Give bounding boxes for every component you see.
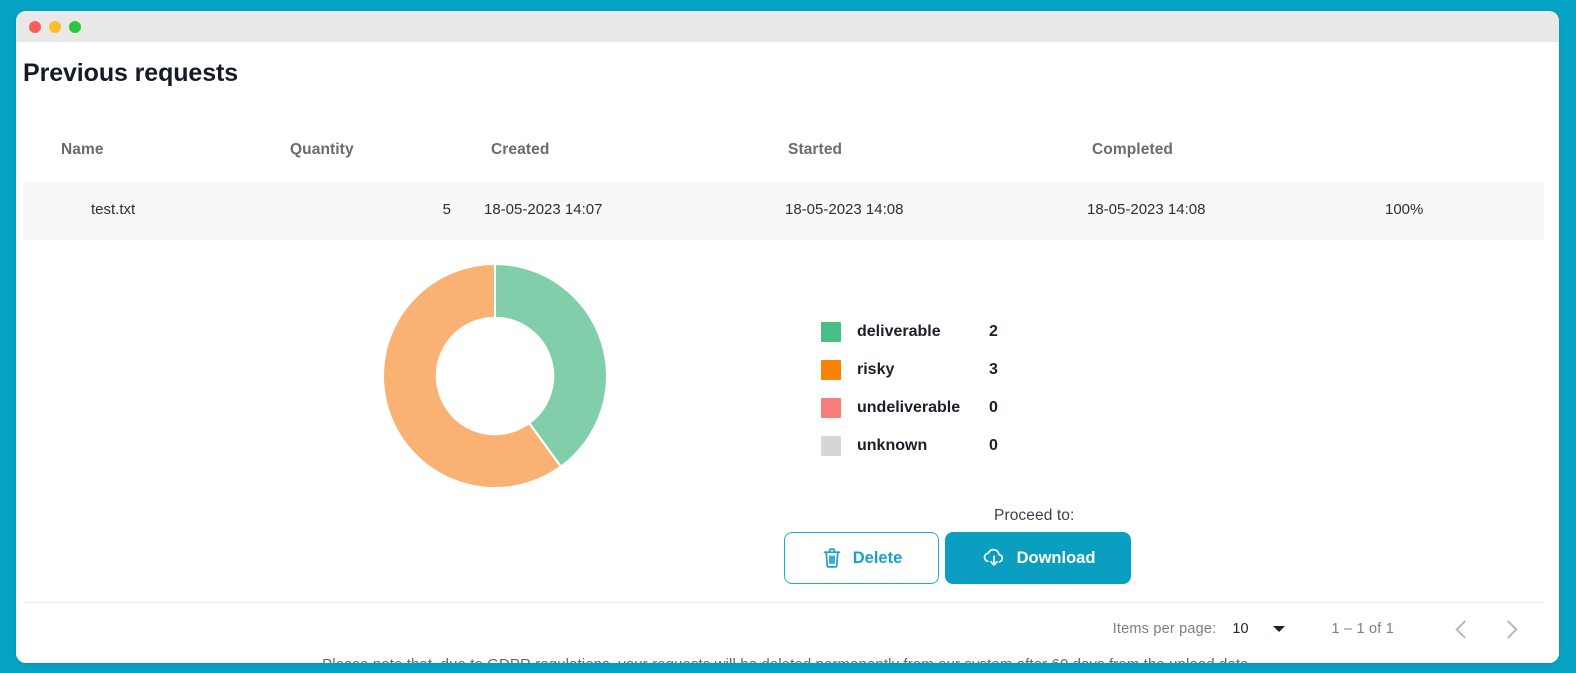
cell-started: 18-05-2023 14:08 — [785, 201, 903, 218]
column-header-completed: Completed — [1092, 141, 1173, 159]
delete-button[interactable]: Delete — [784, 532, 939, 584]
cloud-download-icon — [981, 546, 1007, 570]
legend-value: 3 — [989, 361, 998, 379]
delete-button-label: Delete — [853, 549, 903, 568]
legend-label: risky — [857, 361, 989, 379]
table-row[interactable]: test.txt 5 18-05-2023 14:07 18-05-2023 1… — [23, 182, 1544, 240]
window-titlebar — [16, 11, 1559, 42]
legend-label: undeliverable — [857, 399, 989, 417]
action-buttons: Delete Download — [784, 532, 1131, 584]
maximize-window-icon[interactable] — [69, 21, 81, 33]
app-window: Previous requests Name Quantity Created … — [16, 11, 1559, 663]
desktop-background: Previous requests Name Quantity Created … — [0, 0, 1576, 673]
cell-created: 18-05-2023 14:07 — [484, 201, 602, 218]
legend-label: deliverable — [857, 323, 989, 341]
items-per-page-value: 10 — [1232, 621, 1248, 637]
legend-item-risky: risky 3 — [821, 351, 1081, 389]
next-page-button[interactable] — [1486, 607, 1530, 651]
requests-table: Name Quantity Created Started Completed … — [23, 127, 1544, 240]
column-header-created: Created — [491, 141, 549, 159]
chevron-down-icon — [1273, 626, 1285, 632]
column-header-name: Name — [61, 141, 104, 159]
results-chart-area: deliverable 2 risky 3 undeliverable 0 — [16, 257, 1537, 517]
donut-chart — [383, 264, 607, 488]
legend-value: 0 — [989, 399, 998, 417]
cell-quantity: 5 — [427, 201, 451, 218]
legend-label: unknown — [857, 437, 989, 455]
legend-swatch-icon — [821, 398, 841, 418]
close-window-icon[interactable] — [29, 21, 41, 33]
trash-icon — [821, 546, 843, 570]
cell-name: test.txt — [91, 201, 135, 218]
legend-item-deliverable: deliverable 2 — [821, 313, 1081, 351]
chevron-left-icon — [1455, 620, 1473, 638]
items-per-page-label: Items per page: — [1113, 621, 1217, 637]
legend-swatch-icon — [821, 360, 841, 380]
gdpr-note: Please note that, due to GDPR regulation… — [16, 656, 1559, 663]
paginator: Items per page: 10 1 – 1 of 1 — [23, 603, 1544, 655]
previous-page-button[interactable] — [1442, 607, 1486, 651]
legend-item-undeliverable: undeliverable 0 — [821, 389, 1081, 427]
page-title: Previous requests — [23, 59, 238, 88]
legend-swatch-icon — [821, 436, 841, 456]
cell-progress: 100% — [1385, 201, 1423, 218]
page-content: Previous requests Name Quantity Created … — [16, 42, 1559, 663]
column-header-started: Started — [788, 141, 842, 159]
page-range-label: 1 – 1 of 1 — [1332, 621, 1394, 637]
legend-value: 2 — [989, 323, 998, 341]
chevron-right-icon — [1499, 620, 1517, 638]
legend-swatch-icon — [821, 322, 841, 342]
legend-value: 0 — [989, 437, 998, 455]
donut-chart-svg — [383, 264, 607, 488]
legend-item-unknown: unknown 0 — [821, 427, 1081, 465]
download-button-label: Download — [1017, 549, 1096, 568]
chart-legend: deliverable 2 risky 3 undeliverable 0 — [821, 313, 1081, 465]
items-per-page-select[interactable]: 10 — [1232, 621, 1284, 637]
minimize-window-icon[interactable] — [49, 21, 61, 33]
proceed-to-label: Proceed to: — [994, 507, 1074, 525]
download-button[interactable]: Download — [945, 532, 1131, 584]
cell-completed: 18-05-2023 14:08 — [1087, 201, 1205, 218]
table-header-row: Name Quantity Created Started Completed — [23, 127, 1544, 182]
column-header-quantity: Quantity — [290, 141, 354, 159]
